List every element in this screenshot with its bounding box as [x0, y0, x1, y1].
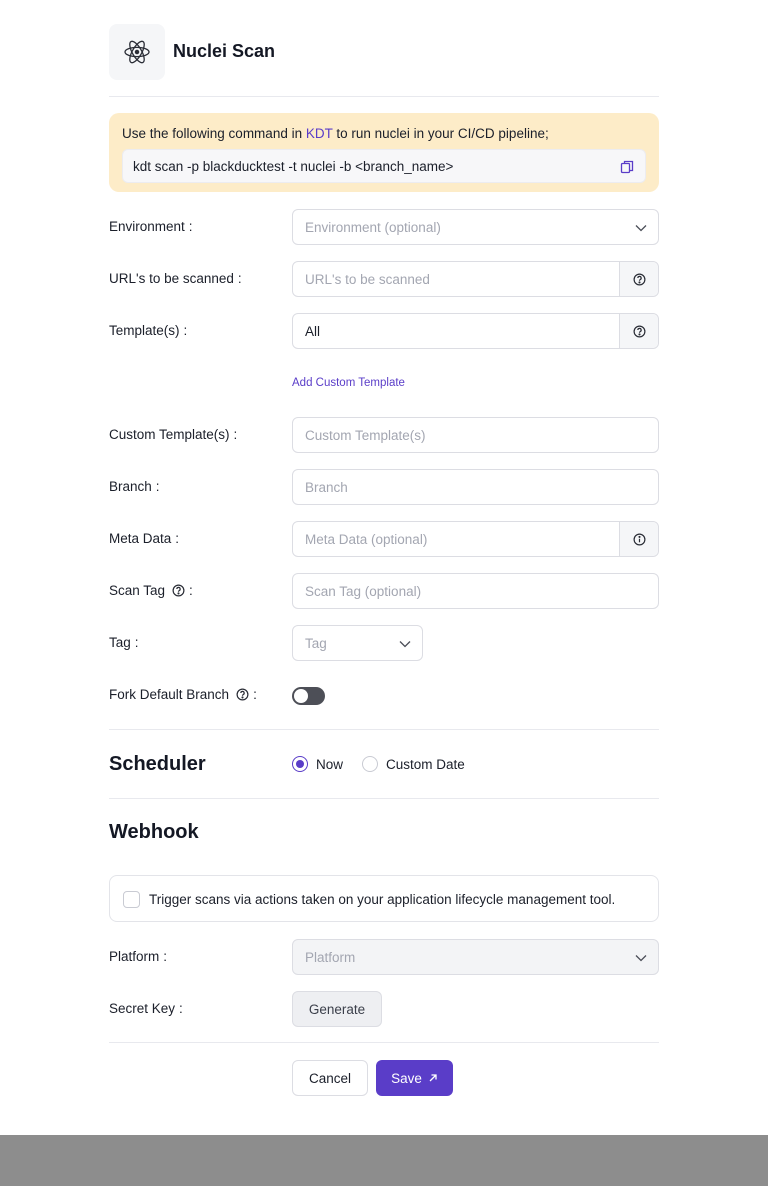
- secret-key-label: Secret Key:: [109, 1001, 183, 1016]
- templates-label: Template(s):: [109, 323, 187, 338]
- label-colon: :: [188, 219, 193, 234]
- label-colon: :: [183, 323, 188, 338]
- tag-placeholder: Tag: [305, 636, 327, 651]
- radio-now-label[interactable]: Now: [316, 757, 343, 772]
- secret-key-label-text: Secret Key: [109, 1001, 176, 1016]
- info-icon: [633, 533, 645, 545]
- urls-placeholder: URL's to be scanned: [305, 272, 430, 287]
- divider: [109, 1042, 659, 1043]
- generate-button[interactable]: Generate: [292, 991, 382, 1027]
- kdt-link[interactable]: KDT: [306, 126, 333, 141]
- environment-label: Environment:: [109, 219, 193, 234]
- divider: [109, 798, 659, 799]
- platform-select[interactable]: Platform: [292, 939, 659, 975]
- tag-label-text: Tag: [109, 635, 131, 650]
- branch-label-text: Branch: [109, 479, 152, 494]
- label-colon: :: [155, 479, 160, 494]
- platform-label: Platform:: [109, 949, 167, 964]
- radio-now[interactable]: [292, 756, 308, 772]
- environment-placeholder: Environment (optional): [305, 220, 441, 235]
- save-button-label: Save: [391, 1070, 422, 1086]
- urls-input[interactable]: URL's to be scanned: [292, 261, 659, 297]
- meta-data-input[interactable]: Meta Data (optional): [292, 521, 659, 557]
- copy-icon[interactable]: [620, 160, 634, 174]
- label-colon: :: [233, 427, 238, 442]
- meta-data-info-button[interactable]: [619, 522, 658, 556]
- templates-label-text: Template(s): [109, 323, 180, 338]
- fork-default-branch-toggle[interactable]: [292, 687, 325, 705]
- webhook-trigger-checkbox[interactable]: [123, 891, 140, 908]
- label-colon: :: [253, 687, 257, 702]
- scan-tag-label-text: Scan Tag: [109, 583, 166, 598]
- templates-value: All: [305, 324, 321, 339]
- page-title: Nuclei Scan: [173, 41, 276, 61]
- fork-default-branch-label-text: Fork Default Branch: [109, 687, 230, 702]
- platform-placeholder: Platform: [305, 950, 356, 965]
- atom-icon: [109, 24, 165, 80]
- urls-label: URL's to be scanned:: [109, 271, 242, 286]
- page-header: Nuclei Scan: [109, 24, 659, 97]
- meta-data-placeholder: Meta Data (optional): [305, 532, 428, 547]
- arrow-up-right-icon: [429, 1074, 437, 1082]
- command-intro-before: Use the following command in: [122, 126, 306, 141]
- fork-default-branch-label: Fork Default Branch :: [109, 687, 257, 702]
- chevron-down-icon: [635, 955, 647, 962]
- radio-custom-date[interactable]: [362, 756, 378, 772]
- webhook-trigger-text[interactable]: Trigger scans via actions taken on your …: [149, 892, 615, 907]
- command-text: kdt scan -p blackducktest -t nuclei -b <…: [133, 159, 454, 174]
- branch-placeholder: Branch: [305, 480, 348, 495]
- label-colon: :: [163, 949, 168, 964]
- templates-input[interactable]: All: [292, 313, 659, 349]
- radio-custom-date-label[interactable]: Custom Date: [386, 757, 465, 772]
- custom-templates-label: Custom Template(s):: [109, 427, 237, 442]
- tag-label: Tag:: [109, 635, 139, 650]
- help-icon[interactable]: [236, 688, 249, 701]
- urls-label-text: URL's to be scanned: [109, 271, 234, 286]
- webhook-title: Webhook: [109, 821, 199, 843]
- command-intro: Use the following command in KDT to run …: [122, 126, 549, 141]
- chevron-down-icon: [399, 641, 411, 648]
- label-colon: :: [179, 1001, 183, 1016]
- environment-label-text: Environment: [109, 219, 185, 234]
- branch-label: Branch:: [109, 479, 160, 494]
- label-colon: :: [189, 583, 193, 598]
- chevron-down-icon: [635, 225, 647, 232]
- branch-input[interactable]: Branch: [292, 469, 659, 505]
- help-icon: [633, 325, 645, 337]
- platform-label-text: Platform: [109, 949, 160, 964]
- scheduler-title: Scheduler: [109, 753, 206, 775]
- templates-help-button[interactable]: [619, 314, 658, 348]
- scan-tag-placeholder: Scan Tag (optional): [305, 584, 422, 599]
- divider: [109, 729, 659, 730]
- custom-templates-placeholder: Custom Template(s): [305, 428, 426, 443]
- command-box: kdt scan -p blackducktest -t nuclei -b <…: [122, 149, 646, 183]
- scan-tag-label: Scan Tag :: [109, 583, 193, 598]
- cancel-button[interactable]: Cancel: [292, 1060, 368, 1096]
- save-button[interactable]: Save: [376, 1060, 453, 1096]
- urls-help-button[interactable]: [619, 262, 658, 296]
- label-colon: :: [134, 635, 139, 650]
- custom-templates-label-text: Custom Template(s): [109, 427, 230, 442]
- label-colon: :: [175, 531, 180, 546]
- environment-select[interactable]: Environment (optional): [292, 209, 659, 245]
- command-notice: Use the following command in KDT to run …: [109, 113, 659, 192]
- meta-data-label-text: Meta Data: [109, 531, 172, 546]
- command-intro-after: to run nuclei in your CI/CD pipeline;: [332, 126, 549, 141]
- meta-data-label: Meta Data:: [109, 531, 179, 546]
- tag-select[interactable]: Tag: [292, 625, 423, 661]
- help-icon: [633, 273, 645, 285]
- footer-bar: [0, 1135, 768, 1186]
- add-custom-template-link[interactable]: Add Custom Template: [292, 377, 405, 389]
- scan-tag-input[interactable]: Scan Tag (optional): [292, 573, 659, 609]
- help-icon[interactable]: [172, 584, 185, 597]
- custom-templates-input[interactable]: Custom Template(s): [292, 417, 659, 453]
- webhook-trigger-box: Trigger scans via actions taken on your …: [109, 875, 659, 922]
- toggle-knob: [294, 689, 308, 703]
- label-colon: :: [237, 271, 242, 286]
